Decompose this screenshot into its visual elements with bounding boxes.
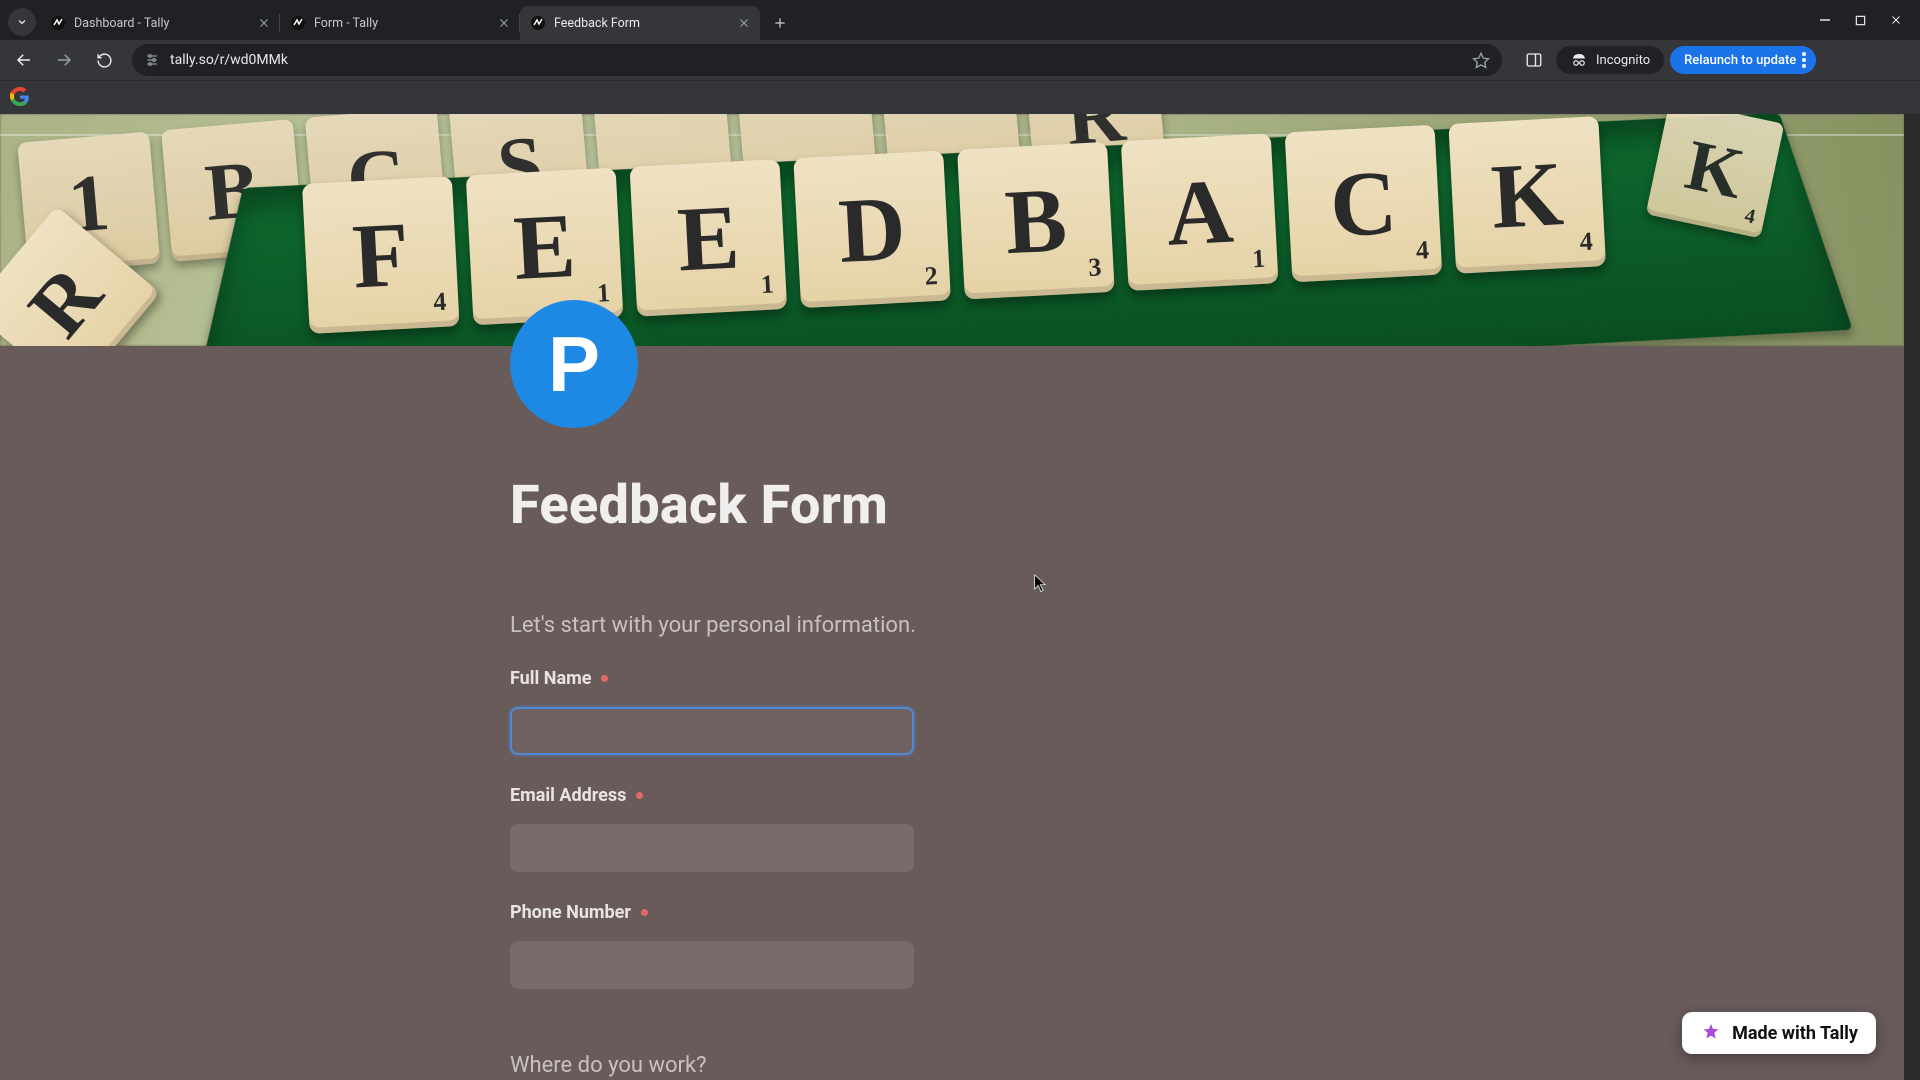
tab-title: Feedback Form (554, 16, 730, 31)
plus-icon (773, 16, 787, 30)
incognito-icon (1570, 51, 1588, 69)
minimize-icon (1819, 14, 1831, 26)
reload-button[interactable] (88, 44, 120, 76)
incognito-label: Incognito (1596, 53, 1650, 68)
close-window-button[interactable] (1890, 14, 1902, 26)
field-email: Email Address (510, 785, 1410, 872)
form-logo: P (510, 300, 638, 428)
tab-close-button[interactable] (258, 17, 270, 29)
made-with-tally-badge[interactable]: Made with Tally (1682, 1012, 1876, 1054)
next-question: Where do you work? (510, 1053, 1410, 1078)
back-button[interactable] (8, 44, 40, 76)
form-title: Feedback Form (510, 474, 1410, 537)
site-settings-icon[interactable] (144, 52, 160, 68)
side-panel-button[interactable] (1518, 44, 1550, 76)
tab-form[interactable]: Form - Tally (280, 6, 520, 40)
close-icon (258, 17, 270, 29)
tab-search-button[interactable] (8, 8, 36, 36)
tally-star-icon (1700, 1022, 1722, 1044)
bookmark-star-button[interactable] (1472, 51, 1490, 69)
scrollbar-thumb[interactable] (1906, 114, 1918, 314)
tab-close-button[interactable] (498, 17, 510, 29)
email-input[interactable] (510, 824, 914, 872)
close-icon (738, 17, 750, 29)
url-text: tally.so/r/wd0MMk (170, 52, 1462, 68)
tab-title: Dashboard - Tally (74, 16, 250, 31)
browser-window: Dashboard - Tally Form - Tally Feedback … (0, 0, 1920, 1080)
field-full-name: Full Name (510, 668, 1410, 755)
window-controls (1801, 0, 1920, 40)
tab-dashboard[interactable]: Dashboard - Tally (40, 6, 280, 40)
star-icon (1472, 51, 1490, 69)
field-phone: Phone Number (510, 902, 1410, 989)
field-label: Phone Number (510, 902, 631, 923)
required-indicator-icon (641, 909, 648, 916)
tab-feedback[interactable]: Feedback Form (520, 6, 760, 40)
phone-input[interactable] (510, 941, 914, 989)
scrabble-tile: E1 (629, 159, 787, 317)
maximize-icon (1855, 15, 1866, 26)
logo-letter: P (548, 319, 600, 410)
page-body: 1 B C S R4 F4 E1 E1 D2 B3 A1 (0, 114, 1920, 1080)
incognito-indicator[interactable]: Incognito (1556, 46, 1664, 74)
field-label: Full Name (510, 668, 591, 689)
address-bar[interactable]: tally.so/r/wd0MMk (132, 44, 1502, 76)
scrabble-tile: F4 (302, 176, 460, 334)
tally-favicon-icon (50, 15, 66, 31)
scrabble-tile: E1 (465, 168, 623, 326)
close-icon (498, 17, 510, 29)
tab-close-button[interactable] (738, 17, 750, 29)
side-panel-icon (1525, 51, 1543, 69)
tab-strip: Dashboard - Tally Form - Tally Feedback … (0, 0, 1920, 40)
tab-title: Form - Tally (314, 16, 490, 31)
scrabble-tile: D2 (793, 150, 951, 308)
cover-image: 1 B C S R4 F4 E1 E1 D2 B3 A1 (0, 114, 1904, 346)
field-label: Email Address (510, 785, 626, 806)
required-indicator-icon (636, 792, 643, 799)
relaunch-button[interactable]: Relaunch to update (1670, 46, 1816, 74)
scrabble-tile: A1 (1120, 133, 1278, 291)
scrabble-tile: K4 (1448, 116, 1606, 274)
bookmarks-bar (0, 80, 1920, 114)
relaunch-label: Relaunch to update (1684, 53, 1796, 68)
reload-icon (96, 52, 113, 69)
kebab-menu-icon (1802, 52, 1806, 68)
bookmark-google[interactable] (10, 87, 32, 109)
scrabble-tile: C4 (1284, 125, 1442, 283)
google-g-icon (10, 87, 30, 107)
form-subtitle: Let's start with your personal informati… (510, 613, 1410, 638)
scrabble-tile: B3 (957, 142, 1115, 300)
tally-favicon-icon (530, 15, 546, 31)
full-name-input[interactable] (510, 707, 914, 755)
minimize-button[interactable] (1819, 14, 1831, 26)
required-indicator-icon (601, 675, 608, 682)
toolbar-right: Incognito Relaunch to update (1518, 44, 1816, 76)
made-with-tally-label: Made with Tally (1732, 1023, 1858, 1044)
toolbar: tally.so/r/wd0MMk Incognito Relaunch to … (0, 40, 1920, 80)
page-viewport: 1 B C S R4 F4 E1 E1 D2 B3 A1 (0, 114, 1920, 1080)
close-icon (1890, 14, 1902, 26)
tally-favicon-icon (290, 15, 306, 31)
form-container: Feedback Form Let's start with your pers… (510, 474, 1410, 1078)
forward-button[interactable] (48, 44, 80, 76)
new-tab-button[interactable] (766, 9, 794, 37)
chevron-down-icon (16, 16, 28, 28)
arrow-right-icon (55, 51, 73, 69)
maximize-button[interactable] (1855, 15, 1866, 26)
arrow-left-icon (15, 51, 33, 69)
